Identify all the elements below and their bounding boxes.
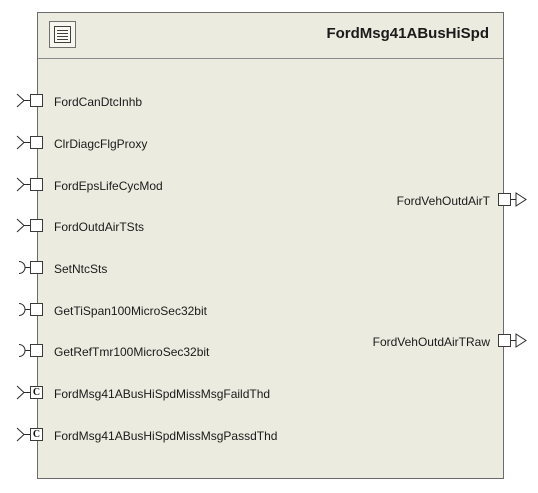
receiver-chevron-icon xyxy=(16,218,30,233)
receiver-chevron-icon xyxy=(16,135,30,150)
receiver-chevron-icon xyxy=(16,93,30,108)
sender-arrow-icon xyxy=(511,333,527,348)
receiver-chevron-icon xyxy=(16,177,30,192)
port-connectors xyxy=(16,93,527,442)
receiver-chevron-icon xyxy=(16,427,30,442)
sender-arrow-icon xyxy=(511,192,527,207)
client-arc-icon xyxy=(18,344,30,357)
client-arc-icon xyxy=(18,261,30,274)
receiver-chevron-icon xyxy=(16,385,30,400)
client-arc-icon xyxy=(18,303,30,316)
